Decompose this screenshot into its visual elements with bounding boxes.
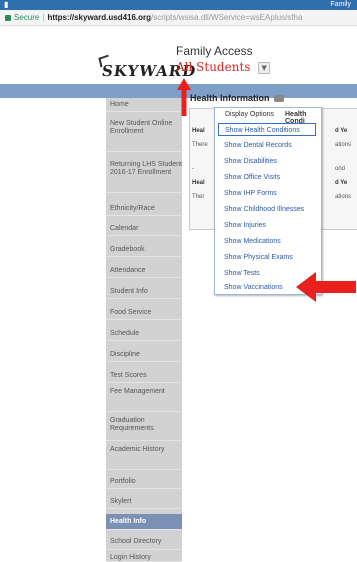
app-icon: ▮ [4,0,9,9]
family-access-title: Family Access [176,44,253,58]
sidebar-item-food-service[interactable]: Food Service [106,306,182,320]
url-host: https://skyward.usd416.org [47,13,152,22]
menu-item-physical-exams[interactable]: Show Physical Exams [218,251,316,264]
menu-item-medications[interactable]: Show Medications [218,235,316,248]
chevron-down-icon[interactable]: ▼ [258,61,271,74]
sidebar-item-new-student-enrollment[interactable]: New Student Online Enrollment [106,120,182,152]
panel-row: - [192,166,194,172]
sidebar-item-home[interactable]: Home [106,98,182,112]
sidebar-item-login-history[interactable]: Login History [106,553,182,562]
sidebar-item-label: Skylert [110,498,132,505]
sidebar-item-schedule[interactable]: Schedule [106,327,182,341]
window-titlebar: ▮ Family [0,0,357,10]
lock-icon [5,14,11,21]
menu-title: Display Options [225,111,275,118]
sidebar-item-gradebook[interactable]: Gradebook [106,243,182,257]
page-title: Health Information [190,93,284,103]
menu-item-dental-records[interactable]: Show Dental Records [218,139,316,152]
sidebar-item-test-scores[interactable]: Test Scores [106,369,182,383]
sidebar-item-label: Returning LHS Student 2016-17 Enrollment [110,161,182,176]
sidebar-item-label: Login History [110,554,151,561]
panel-header: Heal [192,128,205,134]
sidebar-item-label: New Student Online Enrollment [110,120,173,135]
sidebar-item-label: Student Info [110,288,148,295]
sidebar-item-fee-management[interactable]: Fee Management [106,388,182,412]
sidebar-item-label: Ethnicity/Race [110,205,155,212]
sidebar-item-discipline[interactable]: Discipline [106,348,182,362]
sidebar-item-label: Graduation Requirements [110,417,154,432]
menu-item-disabilities[interactable]: Show Disabilities [218,155,316,168]
panel-header-right: d Ye [335,180,348,186]
menu-item-office-visits[interactable]: Show Office Visits [218,171,316,184]
sidebar-item-student-info[interactable]: Student Info [106,285,182,299]
menu-item-injuries[interactable]: Show Injuries [218,219,316,232]
sidebar-item-label: Food Service [110,309,152,316]
panel-row-right: ations [335,194,352,200]
page-title-label: Health Information [190,93,270,103]
print-icon[interactable] [273,95,284,103]
sidebar-item-label: Health Info [110,518,147,525]
sidebar-item-label: Academic History [110,446,165,453]
secure-label: Secure [14,13,40,22]
sidebar-item-label: Test Scores [110,372,147,379]
url-path: /scripts/wsisa.dll/WService=wsEAplus/sfh… [151,13,303,22]
sidebar-item-skylert[interactable]: Skylert [106,495,182,509]
sidebar-item-ethnicity[interactable]: Ethnicity/Race [106,202,182,216]
sidebar-item-label: Fee Management [110,388,165,395]
panel-row: There [192,142,208,148]
sidebar-item-portfolio[interactable]: Portfolio [106,475,182,489]
window-title: Family [330,1,351,8]
sidebar-item-calendar[interactable]: Calendar [106,222,182,236]
panel-header-right: d Ye [335,128,348,134]
annotation-arrow-left-icon [296,272,356,302]
panel-row-right: ond [335,166,346,172]
sidebar-item-label: Gradebook [110,246,145,253]
address-separator: | [42,13,45,22]
sidebar-item-label: Attendance [110,267,146,274]
sidebar-item-label: Home [110,101,129,108]
sidebar-item-label: School Directory [110,538,162,545]
sidebar-item-academic-history[interactable]: Academic History [106,446,182,470]
sidebar-item-returning-enrollment[interactable]: Returning LHS Student 2016-17 Enrollment [106,161,182,193]
sidebar-item-school-directory[interactable]: School Directory [106,534,182,550]
menu-item-childhood-illnesses[interactable]: Show Childhood Illnesses [218,203,316,216]
sidebar-item-label: Calendar [110,225,139,232]
sidebar-item-health-info[interactable]: Health Info [106,514,182,530]
menu-item-health-conditions[interactable]: Show Health Conditions [218,123,316,136]
annotation-arrow-up-icon [177,78,191,116]
sidebar-nav: Home New Student Online Enrollment Retur… [106,98,182,562]
panel-row: Ther [192,194,205,200]
student-selector[interactable]: All Students ▼ [176,60,271,74]
menu-item-ihp-forms[interactable]: Show IHP Forms [218,187,316,200]
panel-row-right: ations [335,142,352,148]
sidebar-item-label: Schedule [110,330,140,337]
address-bar[interactable]: Secure | https://skyward.usd416.org/script… [0,10,357,26]
sidebar-item-attendance[interactable]: Attendance [106,264,182,278]
panel-header: Heal [192,180,205,186]
student-selector-label: All Students [176,60,251,74]
display-options-menu: Display Options Health Condi Show Health… [214,107,322,295]
sidebar-item-label: Portfolio [110,478,136,485]
sidebar-item-graduation-requirements[interactable]: Graduation Requirements [106,417,182,441]
sidebar-item-label: Discipline [110,351,140,358]
